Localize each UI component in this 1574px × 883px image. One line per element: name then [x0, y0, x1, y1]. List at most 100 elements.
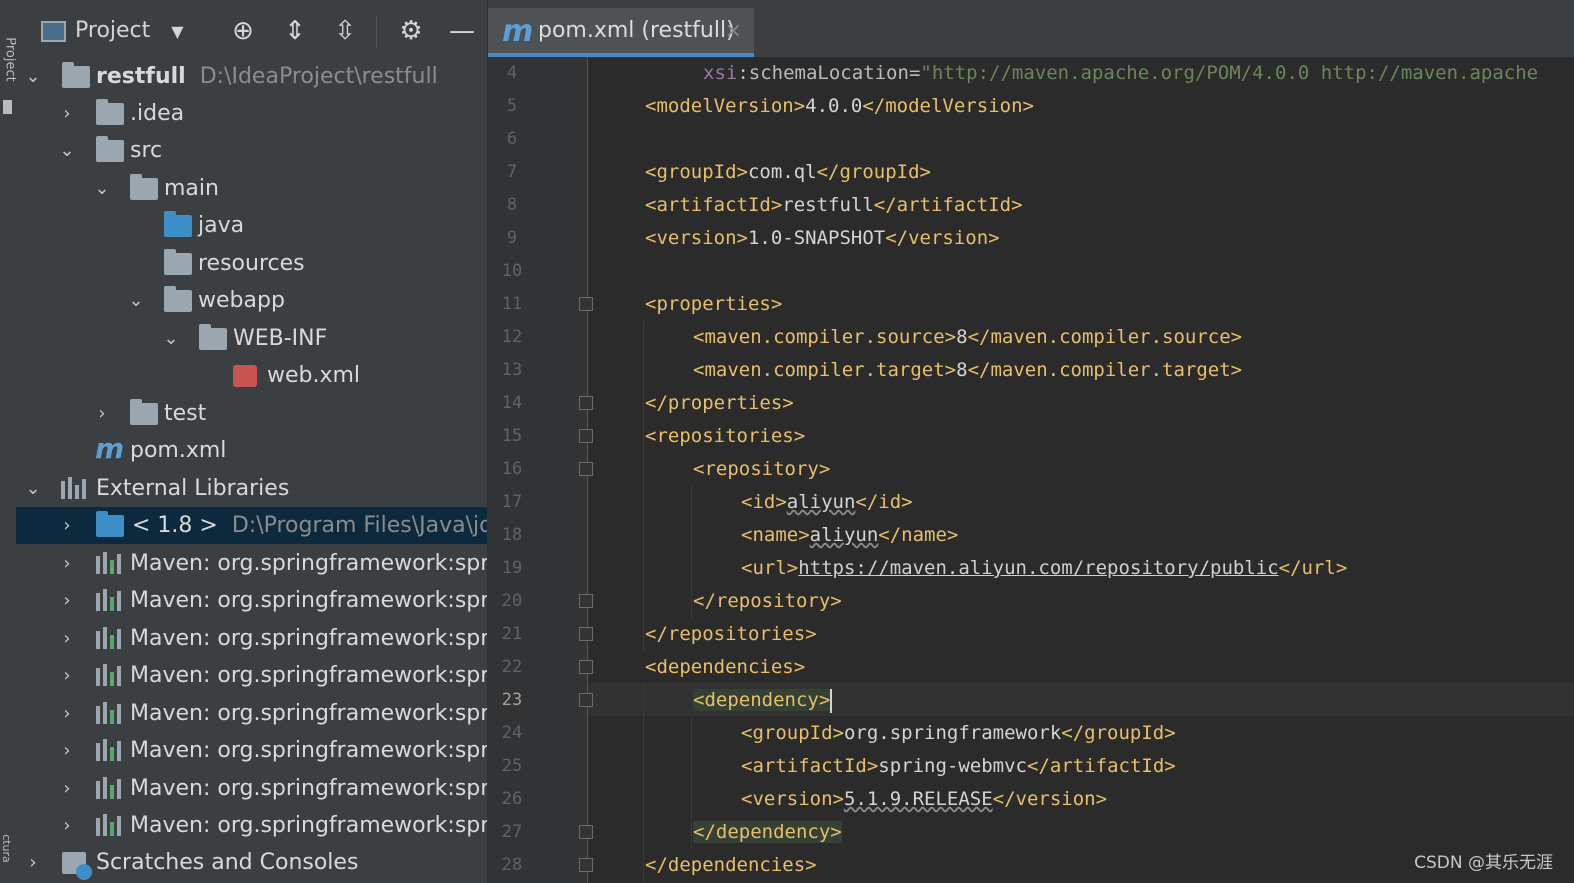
- chevron-right-icon[interactable]: ›: [55, 732, 79, 769]
- xml-value: spring-webmvc: [878, 755, 1027, 777]
- fold-marker[interactable]: [579, 693, 593, 707]
- line-number: 26: [501, 789, 523, 809]
- tree-item-restfull[interactable]: ⌄ restfull D:\IdeaProject\restfull: [16, 58, 487, 95]
- web-folder-icon: [164, 286, 192, 312]
- tree-item-maven-lib[interactable]: › Maven: org.springframework:spring: [16, 545, 487, 582]
- tree-item-external-libraries[interactable]: ⌄ External Libraries: [16, 470, 487, 507]
- maven-library-icon: [96, 627, 126, 651]
- chevron-down-icon[interactable]: ⌄: [21, 58, 45, 95]
- fold-marker[interactable]: [579, 825, 593, 839]
- collapse-all-icon[interactable]: ⇳: [330, 16, 360, 46]
- chevron-right-icon[interactable]: ›: [55, 545, 79, 582]
- xml-tag-matched: <dependency>: [693, 689, 831, 711]
- tree-item-label: restfull: [96, 64, 186, 89]
- fold-marker[interactable]: [579, 396, 593, 410]
- code-line-18: <name>aliyun</name>: [741, 519, 958, 552]
- line-number: 16: [501, 459, 523, 479]
- chevron-down-icon[interactable]: ⌄: [90, 170, 114, 207]
- line-number: 14: [501, 393, 523, 413]
- line-number: 15: [501, 426, 523, 446]
- tree-item-label: .idea: [130, 101, 185, 126]
- chevron-right-icon[interactable]: ›: [55, 620, 79, 657]
- fold-marker[interactable]: [579, 297, 593, 311]
- chevron-right-icon[interactable]: ›: [55, 695, 79, 732]
- line-number: 20: [501, 591, 523, 611]
- expand-all-icon[interactable]: ⇕: [280, 16, 310, 46]
- tree-item-maven-lib[interactable]: › Maven: org.springframework:spring: [16, 695, 487, 732]
- chevron-right-icon[interactable]: ›: [55, 95, 79, 132]
- fold-marker[interactable]: [579, 858, 593, 872]
- editor-tabbar: m pom.xml (restfull) ×: [488, 0, 1574, 58]
- tree-item-web-inf[interactable]: ⌄ WEB-INF: [16, 320, 487, 357]
- xml-value: aliyun: [809, 524, 879, 546]
- tree-item-pom-xml[interactable]: m pom.xml: [16, 432, 487, 469]
- xml-value: aliyun: [786, 491, 856, 513]
- chevron-down-icon[interactable]: ⌄: [124, 282, 148, 319]
- indent-guide: [643, 684, 644, 882]
- code-line-14: </properties>: [645, 387, 794, 420]
- tree-item-maven-lib[interactable]: › Maven: org.springframework:spring: [16, 620, 487, 657]
- tree-item-src[interactable]: ⌄ src: [16, 132, 487, 169]
- structure-stripe-button[interactable]: ctura: [0, 834, 13, 863]
- tree-item-label: Scratches and Consoles: [96, 850, 359, 875]
- xml-tag: <artifactId>: [741, 755, 879, 777]
- xml-file-icon: [233, 365, 257, 387]
- tab-pom-xml[interactable]: m pom.xml (restfull) ×: [488, 8, 754, 57]
- chevron-right-icon[interactable]: ›: [55, 807, 79, 844]
- xml-tag: <repositories>: [645, 425, 806, 447]
- chevron-right-icon[interactable]: ›: [55, 507, 79, 544]
- chevron-right-icon[interactable]: ›: [55, 582, 79, 619]
- editor-area: m pom.xml (restfull) × 4 5 6 7 8 9 10 11…: [487, 0, 1574, 883]
- chevron-down-icon[interactable]: ⌄: [159, 320, 183, 357]
- fold-marker[interactable]: [579, 660, 593, 674]
- fold-marker[interactable]: [579, 462, 593, 476]
- chevron-right-icon[interactable]: ›: [55, 657, 79, 694]
- fold-marker[interactable]: [579, 594, 593, 608]
- tool-window-stripe: Project ctura: [0, 0, 18, 883]
- project-view-selector[interactable]: Project ▼: [75, 18, 184, 43]
- chevron-down-icon[interactable]: ⌄: [21, 470, 45, 507]
- code-line-16: <repository>: [693, 453, 830, 486]
- tree-item-maven-lib[interactable]: › Maven: org.springframework:spring: [16, 770, 487, 807]
- tree-item-java[interactable]: java: [16, 207, 487, 244]
- fold-marker[interactable]: [579, 627, 593, 641]
- tree-item-jdk[interactable]: › < 1.8 > D:\Program Files\Java\jdk1.: [16, 507, 487, 544]
- chevron-right-icon[interactable]: ›: [21, 844, 45, 881]
- code-area[interactable]: 4 5 6 7 8 9 10 11 12 13 14 15 16 17 18 1…: [488, 57, 1574, 883]
- tree-item-maven-lib[interactable]: › Maven: org.springframework:spring: [16, 582, 487, 619]
- xml-equals: =: [908, 62, 921, 84]
- xml-tag: <modelVersion>: [645, 95, 806, 117]
- tree-item-test[interactable]: › test: [16, 395, 487, 432]
- code-line-15: <repositories>: [645, 420, 805, 453]
- tree-item-maven-lib[interactable]: › Maven: org.springframework:spring: [16, 807, 487, 844]
- chevron-right-icon[interactable]: ›: [90, 395, 114, 432]
- close-icon[interactable]: ×: [725, 18, 742, 42]
- tree-item-idea[interactable]: › .idea: [16, 95, 487, 132]
- xml-tag: <repository>: [693, 458, 831, 480]
- chevron-down-icon[interactable]: ⌄: [55, 132, 79, 169]
- tree-item-web-xml[interactable]: web.xml: [16, 357, 487, 394]
- indent-guide: [643, 321, 644, 453]
- tree-item-resources[interactable]: resources: [16, 245, 487, 282]
- tree-item-scratches[interactable]: › Scratches and Consoles: [16, 844, 487, 881]
- folder-icon: [199, 324, 227, 350]
- fold-marker[interactable]: [579, 429, 593, 443]
- text-caret: [830, 688, 833, 713]
- tree-item-main[interactable]: ⌄ main: [16, 170, 487, 207]
- project-toolbar: Project ▼ ⊕ ⇕ ⇳ ⚙ —: [16, 0, 487, 58]
- url-link[interactable]: https://maven.aliyun.com/repository/publ…: [798, 557, 1278, 579]
- code-line-12: <maven.compiler.source>8</maven.compiler…: [693, 321, 1242, 354]
- tree-item-maven-lib[interactable]: › Maven: org.springframework:spring: [16, 657, 487, 694]
- locate-icon[interactable]: ⊕: [228, 16, 258, 46]
- tree-item-webapp[interactable]: ⌄ webapp: [16, 282, 487, 319]
- tree-item-path: D:\Program Files\Java\jdk1.: [231, 513, 487, 538]
- hide-panel-icon[interactable]: —: [447, 16, 477, 46]
- tree-item-maven-lib[interactable]: › Maven: org.springframework:spring: [16, 732, 487, 769]
- gear-icon[interactable]: ⚙: [396, 16, 426, 46]
- code-line-25: <artifactId>spring-webmvc</artifactId>: [741, 750, 1176, 783]
- indent-guide: [691, 717, 692, 849]
- chevron-right-icon[interactable]: ›: [55, 770, 79, 807]
- maven-library-icon: [96, 552, 126, 576]
- tree-item-label: Maven: org.springframework:spring: [130, 738, 487, 763]
- folder-icon: [130, 399, 158, 425]
